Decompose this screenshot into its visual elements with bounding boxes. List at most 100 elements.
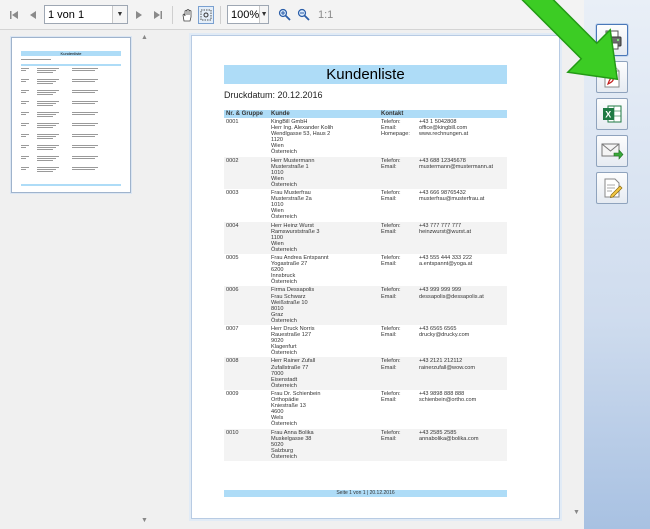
customer-contact: Telefon: +43 999 999 999 Email: dessapolis@… [379,286,507,325]
thumbnail-row-line [72,103,95,104]
address-line: Österreich [271,317,297,324]
document-content: Kundenliste Druckdatum: 20.12.2016 Nr. &… [224,65,507,461]
contact-label: Email: [381,364,397,371]
customer-contact: Telefon: +43 777 777 777 Email: heinzwurst@… [379,221,507,254]
document-title: Kundenliste [224,65,507,84]
customer-address: Frau Andrea Entspannt Yogastraße 27 6200 In… [269,254,379,286]
page-footer: Seite 1 von 1 | 20.12.2016 [224,490,507,497]
column-header: Nr. & Gruppe [224,110,269,118]
thumbnail-row-line [37,149,53,150]
customer-number: 0003 [226,190,239,197]
thumbnail-scrollbar[interactable]: ▲ ▼ [139,31,152,529]
thumbnail-row-line [37,72,53,73]
thumbnail-row-line [21,101,29,102]
thumbnail-row-line [37,94,53,95]
customer-number: 0004 [224,221,269,254]
thumbnail-row-line [72,79,98,80]
pdf-icon: PDF [604,66,620,88]
thumbnail-row-line [72,68,98,69]
print-preview-window: 1 von 1 ▼ 100% ▼ 1:1 Kundenliste ▲ ▼ Kun… [0,0,584,529]
chevron-down-icon[interactable]: ▼ [259,6,268,23]
contact-value: rainerzufall@wow.com [419,364,476,371]
address-line: Österreich [271,382,297,389]
svg-text:X: X [605,110,611,120]
thumbnail-row-line [72,90,98,91]
thumbnail-title: Kundenliste [21,51,121,56]
address-line: Österreich [271,279,297,286]
contact-value: www.rechnungen.at [419,131,469,138]
send-email-button[interactable] [596,135,628,167]
thumbnail-row-line [37,83,53,84]
first-page-icon[interactable] [6,6,22,24]
export-excel-button[interactable]: X [596,98,628,130]
scroll-up-icon[interactable]: ▲ [141,34,148,41]
address-line: Österreich [271,350,297,357]
thumbnail-panel: Kundenliste ▲ ▼ [0,31,152,529]
document-scrollbar[interactable]: ▲ ▼ [570,31,584,519]
document-view[interactable]: Kundenliste Druckdatum: 20.12.2016 Nr. &… [153,31,584,529]
thumbnail-row-line [21,79,29,80]
table-row: 0001 KingBill GmbH Herr Ing. Alexander Kol… [224,118,507,157]
edit-report-button[interactable] [596,172,628,204]
customer-number: 0009 [226,390,239,397]
scroll-down-icon[interactable]: ▼ [573,509,580,516]
hand-tool-icon[interactable] [179,6,195,24]
thumbnail-row-line [21,158,26,159]
export-pdf-button[interactable]: PDF [596,61,628,93]
thumbnail-table-header [21,64,121,66]
thumbnail-row-line [72,147,95,148]
customer-number: 0007 [226,326,239,332]
table-row: 0006 Firma Dessapolis Frau Schwarz Weißstra… [224,286,507,325]
thumbnail-row-line [72,70,95,71]
thumbnail-row-line [21,134,29,135]
thumbnail-row-line [72,123,98,124]
customer-contact: Telefon: +43 666 98765432 Email: musterfrau… [379,189,507,221]
customer-address: Frau Anna Bolika Muskelgasse 38 5020 Salzbu… [269,428,379,461]
contact-label: Email: [381,228,397,235]
zoom-select[interactable]: 100% ▼ [227,5,269,24]
scroll-up-icon[interactable]: ▲ [573,34,580,41]
table-row: 0005 Frau Andrea Entspannt Yogastraße 27 62… [224,254,507,286]
contact-label: Email: [381,332,397,339]
thumbnail-row-line [37,90,59,91]
customer-contact: Telefon: +43 2121 212112 Email: rainerzufal… [379,357,507,390]
thumbnail-row-line [72,145,98,146]
contact-value: mustermann@mustermann.at [419,163,494,170]
toolbar-divider [220,5,221,24]
zoom-out-icon[interactable] [295,6,311,24]
thumbnail-row-line [21,70,26,71]
thumbnail-row-line [37,103,56,104]
print-button[interactable] [596,24,628,56]
email-icon [601,143,624,160]
preview-toolbar: 1 von 1 ▼ 100% ▼ 1:1 [0,0,584,30]
contact-line: Email: annabolika@bolika.com [381,436,505,442]
scroll-down-icon[interactable]: ▼ [141,517,148,524]
contact-value: heinzwurst@wurst.at [419,228,471,235]
table-row: 0003 Frau Musterfrau Musterstraße 2a 1010 Wi… [224,189,507,221]
page-number-select[interactable]: 1 von 1 ▼ [44,5,128,24]
chevron-down-icon[interactable]: ▼ [112,6,127,23]
thumbnail-row-line [37,158,56,159]
customer-address: KingBill GmbH Herr Ing. Alexander Kolih We… [269,118,379,157]
thumbnail-row-line [37,171,53,172]
next-page-icon[interactable] [131,6,147,24]
actual-size-button[interactable]: 1:1 [318,9,333,21]
thumbnail-row-line [37,123,59,124]
contact-label: Email: [381,293,397,300]
zoom-in-icon[interactable] [276,6,292,24]
marquee-zoom-icon[interactable] [198,5,214,24]
table-row: 0004 Herr Heinz Wurst Ramswurststraße 3 110… [224,221,507,254]
last-page-icon[interactable] [150,6,166,24]
contact-label: Homepage: [381,131,410,138]
page-thumbnail[interactable]: Kundenliste [11,37,131,193]
prev-page-icon[interactable] [25,6,41,24]
contact-value: drucky@drucky.com [419,332,470,339]
thumbnail-row-line [37,116,53,117]
thumbnail-row-line [37,138,53,139]
contact-label: Email: [381,397,397,404]
thumbnail-row-line [21,81,26,82]
thumbnail-row-line [72,134,98,135]
thumbnail-row-line [72,101,98,102]
thumbnail-row-line [21,145,29,146]
thumbnail-footer [21,184,121,186]
